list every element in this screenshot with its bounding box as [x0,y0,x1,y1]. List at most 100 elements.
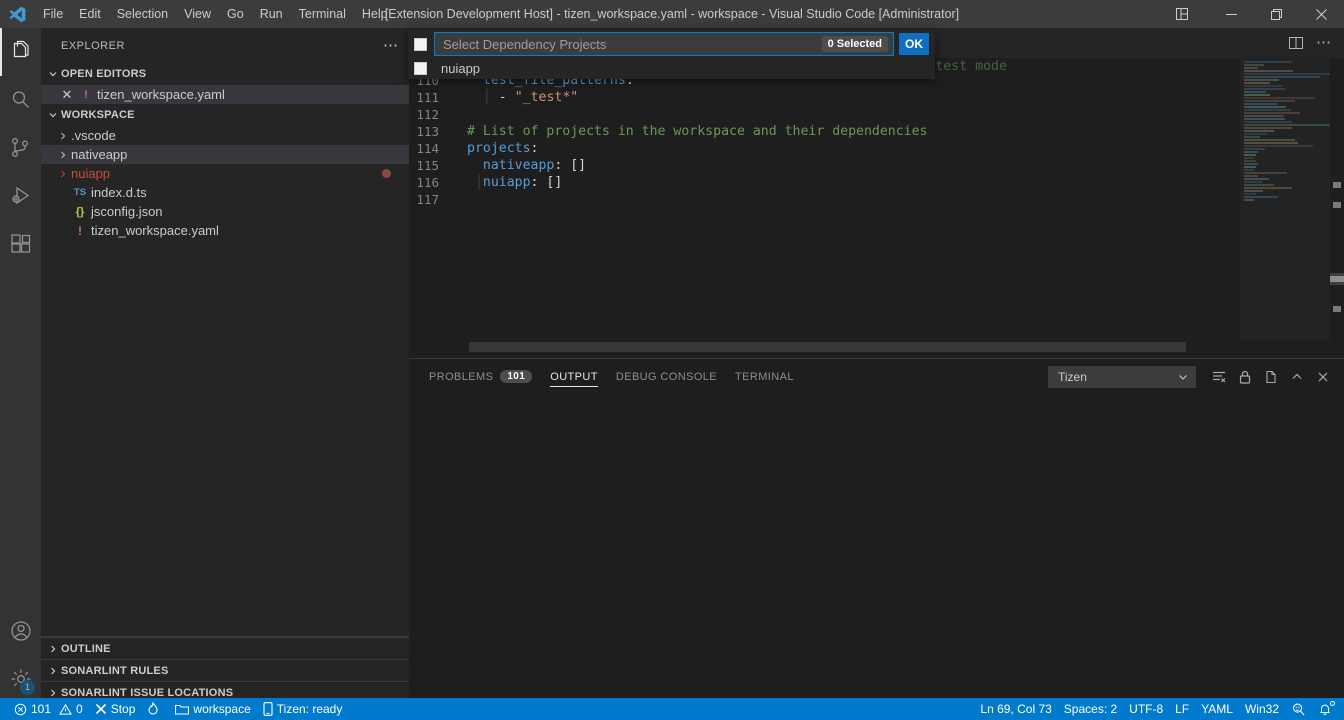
tree-row-nativeapp[interactable]: nativeapp [41,145,409,164]
ellipsis-icon[interactable]: ⋯ [383,42,399,50]
activity-source-control[interactable] [0,124,41,172]
section-label-sonarlint-issue-locations: SONARLINT ISSUE LOCATIONS [61,687,233,699]
editor-vertical-scrollbar[interactable] [1330,58,1344,340]
output-channel-select[interactable]: Tizen [1048,366,1196,388]
section-sonarlint-rules[interactable]: SONARLINT RULES [41,659,409,681]
tree-row-tizen-workspace-yaml[interactable]: ! tizen_workspace.yaml [41,221,409,240]
quick-pick-input[interactable]: Select Dependency Projects 0 Selected [434,32,894,56]
status-problems[interactable]: 101 0 [8,698,89,720]
line-text: │ - "_test*" [456,89,578,106]
section-open-editors[interactable]: OPEN EDITORS [41,63,409,85]
account-icon [9,619,33,643]
minimap-line [1244,175,1258,177]
device-icon [263,702,273,716]
minimap-line [1244,79,1279,81]
status-stop[interactable]: Stop [89,698,142,720]
menu-go[interactable]: Go [219,3,252,25]
code-line: 113 # List of projects in the workspace … [409,123,1344,140]
tree-row-jsconfig-json[interactable]: {} jsconfig.json [41,202,409,221]
minimize-button[interactable] [1209,0,1254,28]
activity-bar: 1 [0,28,41,703]
code-editor[interactable]: using in test mode 110 test_file_pattern… [409,58,1344,358]
quick-pick-placeholder: Select Dependency Projects [443,37,822,52]
status-indentation[interactable]: Spaces: 2 [1058,698,1123,720]
window-controls [1165,0,1344,28]
tab-output[interactable]: OUTPUT [550,359,598,394]
ok-button[interactable]: OK [899,33,929,55]
close-icon[interactable]: ✕ [57,87,77,103]
tree-row-vscode[interactable]: .vscode [41,126,409,145]
tab-problems[interactable]: PROBLEMS 101 [429,359,532,394]
json-file-icon: {} [71,206,89,218]
item-checkbox[interactable] [414,62,427,75]
minimap-line [1244,70,1293,72]
line-number: 117 [409,191,456,208]
chevron-right-icon [55,131,71,141]
status-platform[interactable]: Win32 [1239,698,1285,720]
status-language-mode[interactable]: YAML [1195,698,1239,720]
status-notifications[interactable] [1312,698,1338,720]
editor-horizontal-scrollbar[interactable] [469,342,1186,352]
line-number: 114 [409,140,456,157]
sidebar-header: EXPLORER ⋯ [41,28,409,63]
open-in-editor-icon[interactable] [1260,366,1282,388]
panel-actions: Tizen [1048,359,1336,394]
section-workspace[interactable]: WORKSPACE [41,104,409,126]
menu-run[interactable]: Run [252,3,291,25]
tree-row-nuiapp[interactable]: nuiapp [41,164,409,183]
open-editor-row[interactable]: ✕ ! tizen_workspace.yaml [41,85,409,104]
menu-terminal[interactable]: Terminal [291,3,354,25]
select-all-checkbox[interactable] [414,38,427,51]
lock-icon[interactable] [1234,366,1256,388]
tree-row-index-d-ts[interactable]: TS index.d.ts [41,183,409,202]
status-feedback[interactable] [1285,698,1312,720]
status-workspace[interactable]: workspace [169,698,256,720]
status-tizen[interactable]: Tizen: ready [257,698,349,720]
menu-file[interactable]: File [35,3,71,25]
close-button[interactable] [1299,0,1344,28]
status-sonarlint[interactable] [141,698,169,720]
workspace-label: workspace [193,702,250,716]
activity-explorer[interactable] [0,28,41,76]
maximize-button[interactable] [1254,0,1299,28]
bottom-panel: PROBLEMS 101 OUTPUT DEBUG CONSOLE TERMIN… [409,358,1344,703]
activity-search[interactable] [0,76,41,124]
status-eol[interactable]: LF [1169,698,1195,720]
vscode-window: File Edit Selection View Go Run Terminal… [0,0,1344,720]
section-label-outline: OUTLINE [61,643,111,655]
error-icon [14,703,27,716]
section-outline[interactable]: OUTLINE [41,637,409,659]
minimap-line [1244,100,1295,102]
tab-label: TERMINAL [735,371,794,383]
source-control-icon [9,136,33,160]
quick-pick-item-nuiapp[interactable]: nuiapp [408,57,935,79]
activity-accounts[interactable] [0,607,41,655]
chevron-up-icon[interactable] [1286,366,1308,388]
minimap-line [1244,148,1265,150]
activity-extensions[interactable] [0,220,41,268]
editor-minimap[interactable] [1240,58,1330,340]
editor-more-actions-icon[interactable]: ⋯ [1310,29,1338,57]
status-encoding[interactable]: UTF-8 [1123,698,1169,720]
panel-header: PROBLEMS 101 OUTPUT DEBUG CONSOLE TERMIN… [409,359,1344,394]
clear-output-icon[interactable] [1208,366,1230,388]
activity-run-debug[interactable] [0,172,41,220]
warning-count: 0 [76,702,83,716]
customize-layout-icon[interactable] [1165,0,1201,28]
folder-icon [175,703,189,715]
tab-debug-console[interactable]: DEBUG CONSOLE [616,359,717,394]
status-cursor-position[interactable]: Ln 69, Col 73 [974,698,1057,720]
close-panel-icon[interactable] [1312,366,1334,388]
menu-view[interactable]: View [176,3,219,25]
minimap-line [1244,64,1264,66]
activity-manage[interactable]: 1 [0,655,41,703]
minimap-line [1244,94,1270,96]
menu-help[interactable]: Help [354,3,396,25]
minimap-line [1244,142,1298,144]
split-editor-icon[interactable] [1282,29,1310,57]
minimap-line [1244,163,1258,165]
vertical-scrollbar-slider[interactable] [1330,273,1344,285]
menu-selection[interactable]: Selection [109,3,176,25]
tab-terminal[interactable]: TERMINAL [735,359,794,394]
menu-edit[interactable]: Edit [71,3,109,25]
